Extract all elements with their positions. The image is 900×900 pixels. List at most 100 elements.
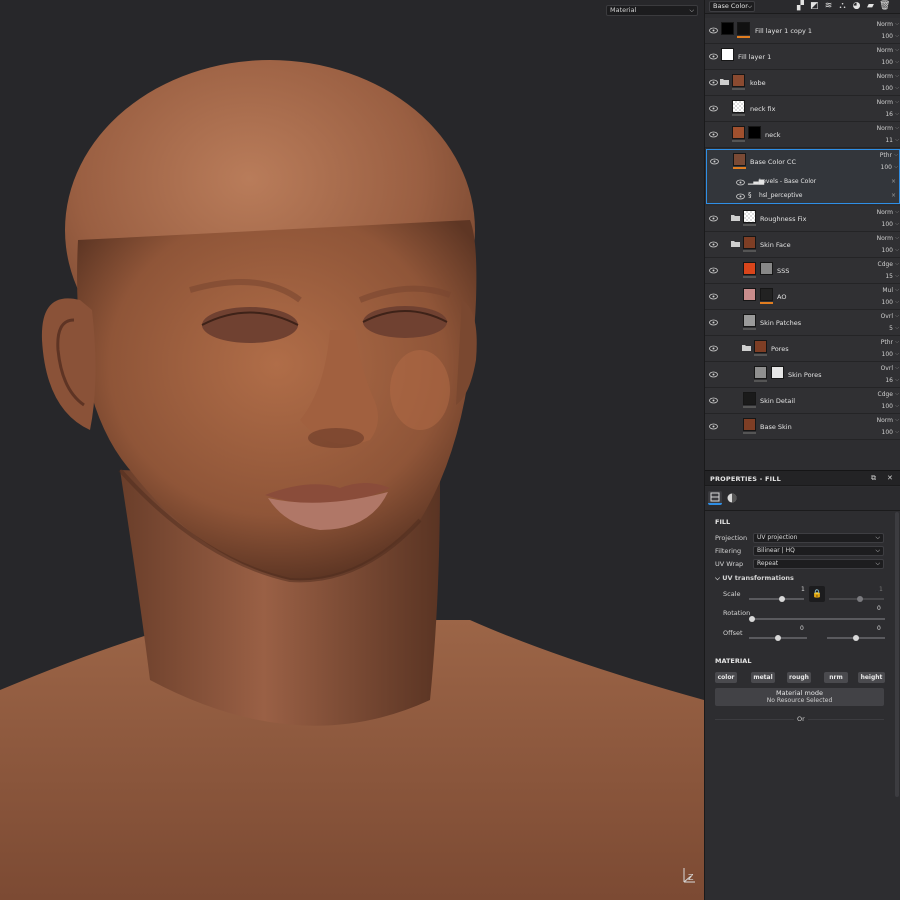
layer-row[interactable]: Fill layer 1 copy 1 Norm 100 ⌵ ⌵ [705,18,900,44]
layer-opacity[interactable]: 100 [882,403,893,410]
layer-row[interactable]: Skin Detail Cdge 100 ⌵ ⌵ [705,388,900,414]
3d-viewport[interactable]: Material ⌵ Z [0,0,704,900]
offset-u-value[interactable]: 0 [800,625,804,632]
rotation-slider[interactable] [751,618,885,620]
chevron-down-icon[interactable]: ⌵ [895,99,899,105]
effect-row[interactable]: § hsl_perceptive × [707,189,899,203]
layer-blend-mode[interactable]: Norm [877,47,893,54]
layer-row[interactable]: kobe Norm 100 ⌵ ⌵ [705,70,900,96]
scale-v-value[interactable]: 1 [879,586,883,593]
rotation-value[interactable]: 0 [877,605,881,612]
chevron-down-icon[interactable]: ⌵ [895,351,899,357]
chevron-down-icon[interactable]: ⌵ [895,209,899,215]
selected-layer-group[interactable]: Base Color CC Pthr 100 ⌵ ⌵ ▁▃▅ Levels - … [706,149,900,204]
layer-row[interactable]: Skin Face Norm 100 ⌵ ⌵ [705,232,900,258]
layer-opacity[interactable]: 16 [885,111,893,118]
channel-nrm-button[interactable]: nrm [824,672,848,683]
chevron-down-icon[interactable]: ⌵ [895,429,899,435]
close-icon[interactable]: × [891,192,896,199]
layer-blend-mode[interactable]: Norm [877,73,893,80]
layer-row[interactable]: Roughness Fix Norm 100 ⌵ ⌵ [705,206,900,232]
channel-color-button[interactable]: color [715,672,737,683]
viewport-mode-select[interactable]: Material ⌵ [606,5,698,16]
folder-icon[interactable] [742,344,751,351]
eye-icon[interactable] [736,179,745,186]
eye-icon[interactable] [736,193,745,200]
chevron-down-icon[interactable]: ⌵ [895,299,899,305]
chevron-down-icon[interactable]: ⌵ [895,73,899,79]
eye-icon[interactable] [709,241,718,248]
folder-icon[interactable] [731,214,740,221]
channel-select[interactable]: Base Color ⌵ [709,1,755,12]
layer-opacity[interactable]: 5 [889,325,893,332]
paint-fill-icon[interactable]: ⛬ [837,1,848,12]
channel-rough-button[interactable]: rough [787,672,811,683]
material-mode-button[interactable]: Material mode No Resource Selected [715,688,884,706]
add-layer-icon[interactable]: ▞ [795,1,806,12]
tab-fill-settings[interactable] [708,491,722,505]
add-effect-icon[interactable]: ≋ [823,1,834,12]
eye-icon[interactable] [709,53,718,60]
chevron-down-icon[interactable]: ⌵ [895,365,899,371]
layer-row[interactable]: Fill layer 1 Norm 100 ⌵ ⌵ [705,44,900,70]
projection-select[interactable]: UV projection ⌵ [753,533,884,543]
layer-opacity[interactable]: 100 [881,164,892,171]
layer-opacity[interactable]: 11 [885,137,893,144]
eye-icon[interactable] [709,105,718,112]
layer-row[interactable]: Skin Pores Ovrl 16 ⌵ ⌵ [705,362,900,388]
eye-icon[interactable] [709,319,718,326]
close-icon[interactable]: ✕ [887,474,893,482]
offset-u-knob[interactable] [775,635,781,641]
layer-row[interactable]: neck Norm 11 ⌵ ⌵ [705,122,900,148]
layer-opacity[interactable]: 100 [882,247,893,254]
layer-blend-mode[interactable]: Norm [877,235,893,242]
close-icon[interactable]: × [891,178,896,185]
properties-scrollbar[interactable] [895,512,899,797]
layer-opacity[interactable]: 100 [882,429,893,436]
layer-opacity[interactable]: 100 [882,85,893,92]
chevron-down-icon[interactable]: ⌵ [895,111,899,117]
scale-u-slider[interactable] [749,598,804,600]
layer-opacity[interactable]: 16 [885,377,893,384]
eye-icon[interactable] [709,267,718,274]
layer-opacity[interactable]: 100 [882,59,893,66]
chevron-down-icon[interactable]: ⌵ [895,33,899,39]
layer-blend-mode[interactable]: Norm [877,417,893,424]
eye-icon[interactable] [709,345,718,352]
chevron-down-icon[interactable]: ⌵ [894,152,898,158]
layer-blend-mode[interactable]: Norm [877,99,893,106]
chevron-down-icon[interactable]: ⌵ [895,85,899,91]
eye-icon[interactable] [709,131,718,138]
filtering-select[interactable]: Bilinear | HQ ⌵ [753,546,884,556]
lock-icon[interactable]: 🔒 [809,586,825,602]
chevron-down-icon[interactable]: ⌵ [895,313,899,319]
chevron-down-icon[interactable]: ⌵ [895,403,899,409]
layer-row[interactable]: neck fix Norm 16 ⌵ ⌵ [705,96,900,122]
rotation-knob[interactable] [749,616,755,622]
layer-row[interactable]: Base Skin Norm 100 ⌵ ⌵ [705,414,900,440]
scale-u-knob[interactable] [779,596,785,602]
chevron-down-icon[interactable]: ⌵ [895,21,899,27]
chevron-down-icon[interactable]: ⌵ [895,47,899,53]
layer-opacity[interactable]: 100 [882,33,893,40]
layer-blend-mode[interactable]: Ovrl [881,313,893,320]
chevron-down-icon[interactable]: ⌵ [895,261,899,267]
layer-opacity[interactable]: 100 [882,351,893,358]
delete-icon[interactable]: 🗑 [879,1,890,12]
eye-icon[interactable] [710,158,719,165]
eye-icon[interactable] [709,423,718,430]
layer-blend-mode[interactable]: Cdge [878,391,894,398]
chevron-down-icon[interactable]: ⌵ [895,377,899,383]
scale-v-knob[interactable] [857,596,863,602]
folder-icon[interactable] [720,78,729,85]
chevron-down-icon[interactable]: ⌵ [895,287,899,293]
chevron-down-icon[interactable]: ⌵ [895,59,899,65]
layer-blend-mode[interactable]: Ovrl [881,365,893,372]
eye-icon[interactable] [709,27,718,34]
chevron-down-icon[interactable]: ⌵ [895,137,899,143]
layer-row[interactable]: AO Mul 100 ⌵ ⌵ [705,284,900,310]
folder-icon[interactable]: ▰ [865,1,876,12]
float-panel-icon[interactable]: ⧉ [871,474,876,483]
uv-transformations-toggle[interactable]: ⌵ UV transformations [715,574,794,583]
eye-icon[interactable] [709,293,718,300]
